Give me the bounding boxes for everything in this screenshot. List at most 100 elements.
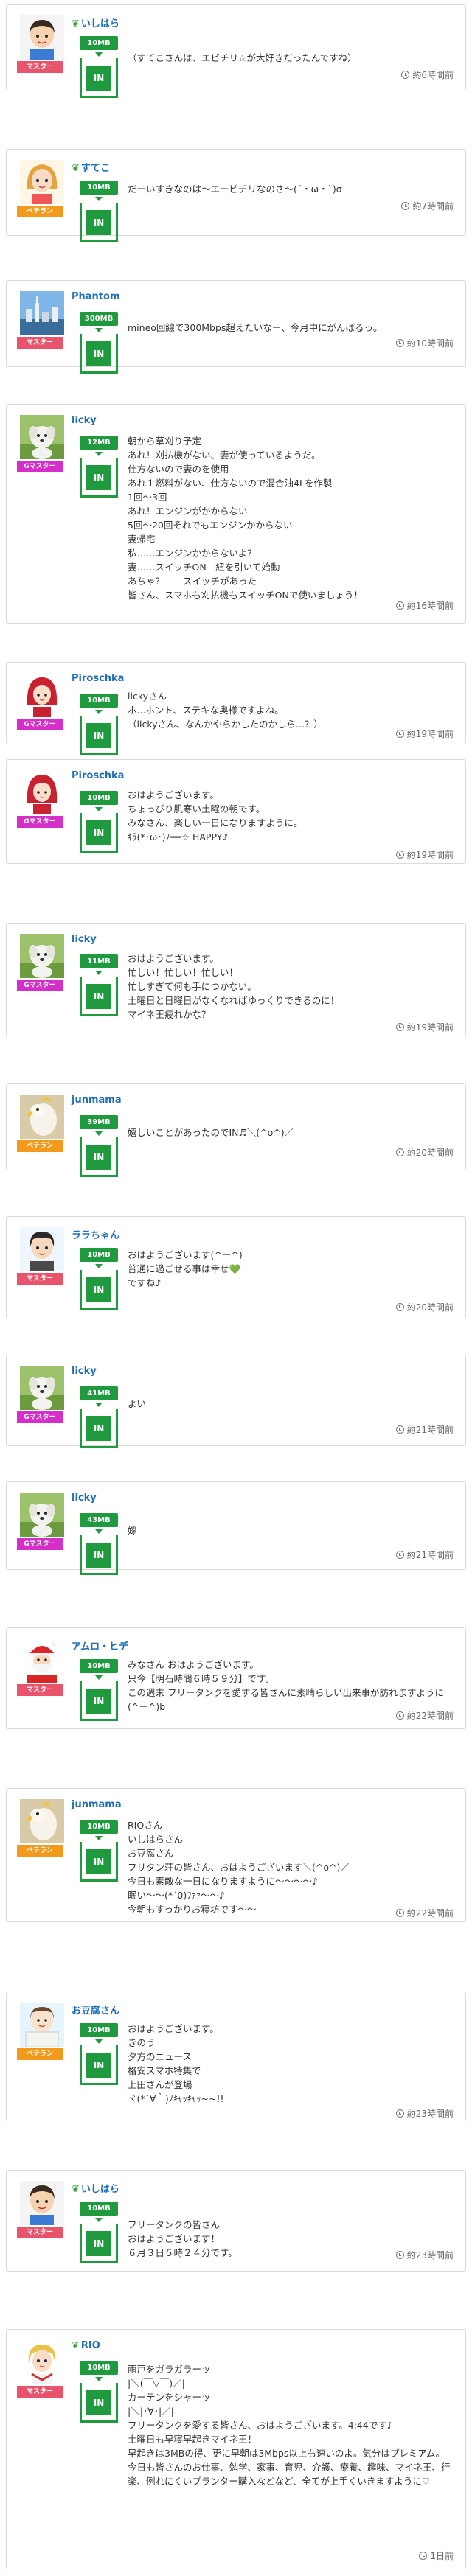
arrow-down-icon xyxy=(95,197,103,201)
message-line: フリータンクを愛する皆さん、おはようございます。4:44です♪ xyxy=(128,2420,393,2431)
mb-amount-badge: 10MB xyxy=(80,181,118,195)
tank-in-indicator: 11MB IN xyxy=(80,954,118,1016)
user-avatar[interactable] xyxy=(20,15,64,60)
message-line: 妻帰宅 xyxy=(128,534,156,545)
message-line: ヾ(*´∀｀)ﾉｷｬｯｷｬｯ~~!! xyxy=(128,2093,224,2104)
beginner-leaf-icon: ❦ xyxy=(72,2184,80,2195)
user-name-link[interactable]: licky xyxy=(72,1493,97,1504)
post-card: マスター アムロ・ヒデ 10MB IN みなさん おはようございます。 只今【明石時間６時… xyxy=(6,1627,466,1729)
beginner-leaf-icon: ❦ xyxy=(72,2340,80,2351)
user-name-link[interactable]: ❦ いしはら xyxy=(72,15,119,29)
user-avatar[interactable] xyxy=(20,1638,64,1683)
post-card: マスター ❦ RIO 10MB IN 雨戸をガラガラーッ |＼(￣▽￣)／| カーテンをシャー… xyxy=(6,2329,466,2569)
user-avatar[interactable] xyxy=(20,415,64,459)
user-name-link[interactable]: ❦ すてこ xyxy=(72,160,110,174)
user-avatar[interactable] xyxy=(20,1493,64,1537)
rank-badge: Gマスター xyxy=(17,461,63,472)
rank-badge: マスター xyxy=(17,2227,63,2238)
tank-icon: IN xyxy=(80,716,118,755)
user-avatar[interactable] xyxy=(20,770,64,814)
tank-in-label: IN xyxy=(86,2390,111,2415)
user-avatar[interactable] xyxy=(20,1799,64,1843)
user-avatar[interactable] xyxy=(20,1095,64,1139)
arrow-down-icon xyxy=(95,2218,103,2222)
mb-amount-badge: 12MB xyxy=(80,436,118,450)
mb-amount-badge: 43MB xyxy=(80,1513,118,1527)
timestamp-text: 約7時間前 xyxy=(412,201,454,212)
user-avatar[interactable] xyxy=(20,934,64,978)
post-card: Gマスター Piroschka 10MB IN おはようございます。 ちょっぴり肌寒い土曜… xyxy=(6,759,466,864)
user-avatar[interactable] xyxy=(20,2181,64,2225)
post-card: ベテラン お豆腐さん 10MB IN おはようございます。 きのう 夕方のニュース 格安スマホ… xyxy=(6,1992,466,2121)
user-name-link[interactable]: アムロ・ヒデ xyxy=(72,1638,128,1652)
tank-in-label: IN xyxy=(86,1145,111,1170)
post-timestamp: 約20時間前 xyxy=(395,1146,454,1159)
user-name-link[interactable]: Phantom xyxy=(72,291,120,302)
message-line: 普通に過ごせる事は幸せ💚 xyxy=(128,1263,241,1274)
tank-icon: IN xyxy=(80,1409,118,1448)
message-line: よい xyxy=(128,1398,147,1409)
rank-badge: マスター xyxy=(17,61,63,73)
message-line: ちょっぴり肌寒い土曜の朝です。 xyxy=(128,803,266,814)
post-timestamp: 1日前 xyxy=(419,2549,454,2562)
user-name-link[interactable]: Piroschka xyxy=(72,770,124,781)
user-avatar[interactable] xyxy=(20,1227,64,1271)
user-avatar[interactable] xyxy=(20,291,64,335)
user-name-link[interactable]: licky xyxy=(72,934,97,945)
clock-icon xyxy=(395,1711,404,1720)
tank-in-label: IN xyxy=(86,1689,111,1714)
message-line: |＼(￣▽￣)／| xyxy=(128,2378,185,2389)
tank-in-label: IN xyxy=(86,210,111,235)
mb-amount-badge: 10MB xyxy=(80,1659,118,1673)
user-name-text: いしはら xyxy=(80,18,119,29)
post-message: 雨戸をガラガラーッ |＼(￣▽￣)／| カーテンをシャーッ |＼|･∀･|／| フリータ… xyxy=(128,2362,452,2488)
user-name-link[interactable]: お豆腐さん xyxy=(72,2003,119,2017)
user-name-text: いしはら xyxy=(80,2184,119,2195)
tank-icon: IN xyxy=(80,1137,118,1177)
user-name-link[interactable]: Piroschka xyxy=(72,673,124,684)
user-avatar[interactable] xyxy=(20,2340,64,2384)
message-line: 今日も皆さんのお仕事、勉学、家事、育児、介護、療養、趣味、マイネ王、行楽、例れに… xyxy=(128,2462,451,2487)
tank-in-label: IN xyxy=(86,1543,111,1568)
user-name-link[interactable]: junmama xyxy=(72,1799,122,1810)
user-avatar[interactable] xyxy=(20,1366,64,1410)
post-message: （すてこさんは、エビチリ☆が大好きだったんですね） xyxy=(128,51,452,65)
clock-icon xyxy=(401,71,410,79)
rank-badge: Gマスター xyxy=(17,719,63,730)
rank-badge: Gマスター xyxy=(17,816,63,828)
clock-icon xyxy=(395,1148,404,1156)
message-line: だーいすきなのは〜エービチリなのさ〜(´・ω・`)σ xyxy=(128,184,342,195)
tank-icon: IN xyxy=(80,2224,118,2263)
message-line: 只今【明石時間６時５９分】です。 xyxy=(128,1673,274,1684)
message-line: 私……エンジンかからないよ？ xyxy=(128,548,257,559)
message-line: 忙しすぎて何も手につかない。 xyxy=(128,981,257,992)
user-name-link[interactable]: licky xyxy=(72,415,97,426)
user-avatar[interactable] xyxy=(20,160,64,204)
message-line: 夕方のニュース xyxy=(128,2051,192,2062)
tank-in-label: IN xyxy=(86,1416,111,1441)
message-line: きのう xyxy=(128,2037,156,2048)
tank-icon: IN xyxy=(80,1270,118,1310)
tank-in-label: IN xyxy=(86,2053,111,2078)
timestamp-text: 約20時間前 xyxy=(406,1148,454,1158)
user-name-link[interactable]: ❦ いしはら xyxy=(72,2181,119,2195)
clock-icon xyxy=(401,202,410,210)
message-line: ですね♪ xyxy=(128,1277,162,1288)
user-name-link[interactable]: ララちゃん xyxy=(72,1227,119,1241)
rank-badge: Gマスター xyxy=(17,980,63,991)
post-timestamp: 約19時間前 xyxy=(395,727,454,740)
message-line: おはようございます！ xyxy=(128,2233,221,2244)
arrow-down-icon xyxy=(95,2039,103,2044)
message-line: フリタン荘の皆さん、おはようございます＼(^o^)／ xyxy=(128,1862,350,1873)
post-timestamp: 約20時間前 xyxy=(395,1301,454,1313)
arrow-down-icon xyxy=(95,1264,103,1268)
clock-icon xyxy=(395,1023,404,1031)
user-name-link[interactable]: licky xyxy=(72,1366,97,1377)
user-name-link[interactable]: junmama xyxy=(72,1095,122,1106)
rank-badge: マスター xyxy=(17,1684,63,1696)
user-avatar[interactable] xyxy=(20,673,64,717)
user-name-link[interactable]: ❦ RIO xyxy=(72,2340,100,2351)
message-line: |＼|･∀･|／| xyxy=(128,2406,174,2417)
message-line: 嫁 xyxy=(128,1525,137,1536)
user-avatar[interactable] xyxy=(20,2003,64,2047)
